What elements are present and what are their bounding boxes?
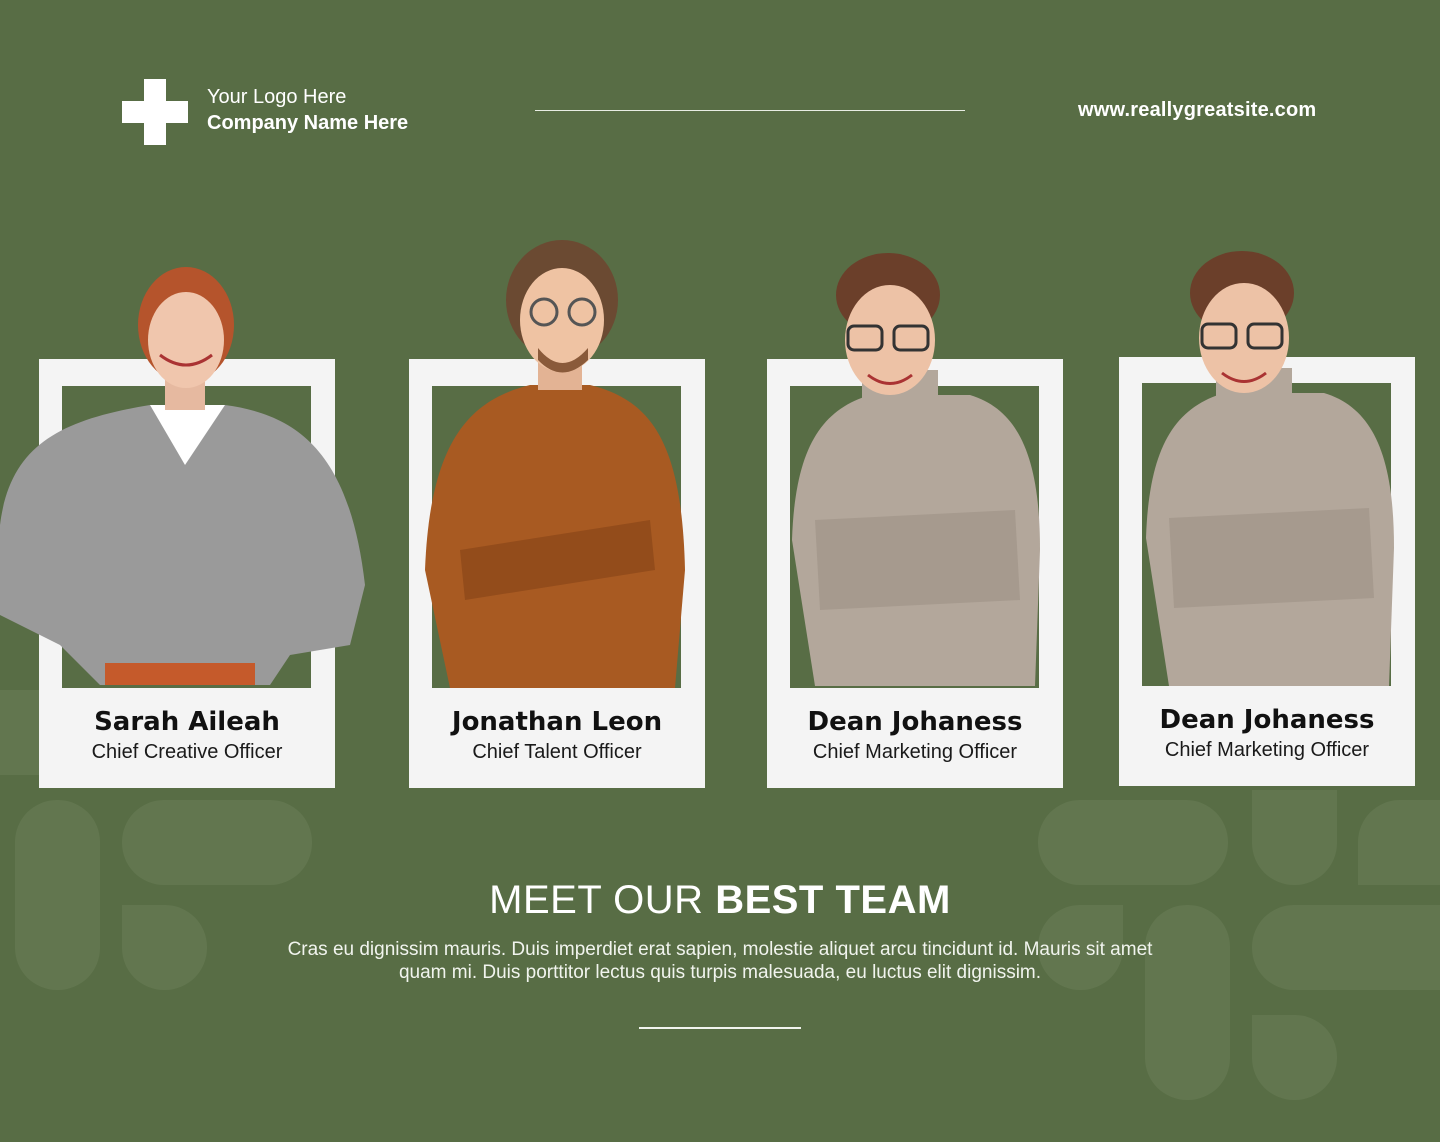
decor-shape	[1038, 800, 1228, 885]
description: Cras eu dignissim mauris. Duis imperdiet…	[287, 939, 1153, 983]
team-member-photo	[1146, 251, 1394, 686]
decor-shape	[1145, 905, 1230, 1100]
member-role: Chief Creative Officer	[91, 741, 283, 763]
headline: MEET OUR BEST TEAM	[0, 878, 1440, 923]
team-member-photo	[0, 267, 365, 685]
decor-shape	[0, 690, 40, 775]
header-divider	[535, 110, 965, 111]
member-name: Jonathan Leon	[451, 707, 663, 737]
member-role: Chief Marketing Officer	[1164, 739, 1370, 761]
decor-shape	[122, 800, 312, 885]
decor-shape	[1358, 800, 1440, 885]
company-name: Company Name Here	[207, 112, 409, 134]
plus-logo-icon	[122, 79, 188, 145]
bottom-divider	[639, 1027, 801, 1029]
decor-shape	[1252, 790, 1337, 885]
headline-bold: BEST TEAM	[715, 878, 951, 922]
website-link[interactable]: www.reallygreatsite.com	[1078, 99, 1316, 122]
member-name: Dean Johaness	[807, 707, 1023, 737]
team-member-photo	[425, 240, 685, 688]
member-name: Dean Johaness	[1159, 705, 1375, 735]
headline-light: MEET OUR	[489, 878, 716, 922]
decor-shape	[1252, 1015, 1337, 1100]
member-role: Chief Talent Officer	[472, 741, 642, 763]
member-name: Sarah Aileah	[94, 707, 280, 737]
member-role: Chief Marketing Officer	[812, 741, 1018, 763]
logo-placeholder-text: Your Logo Here	[207, 86, 347, 108]
team-member-photo	[792, 253, 1040, 686]
logo-text: Your Logo Here Company Name Here	[207, 84, 408, 136]
